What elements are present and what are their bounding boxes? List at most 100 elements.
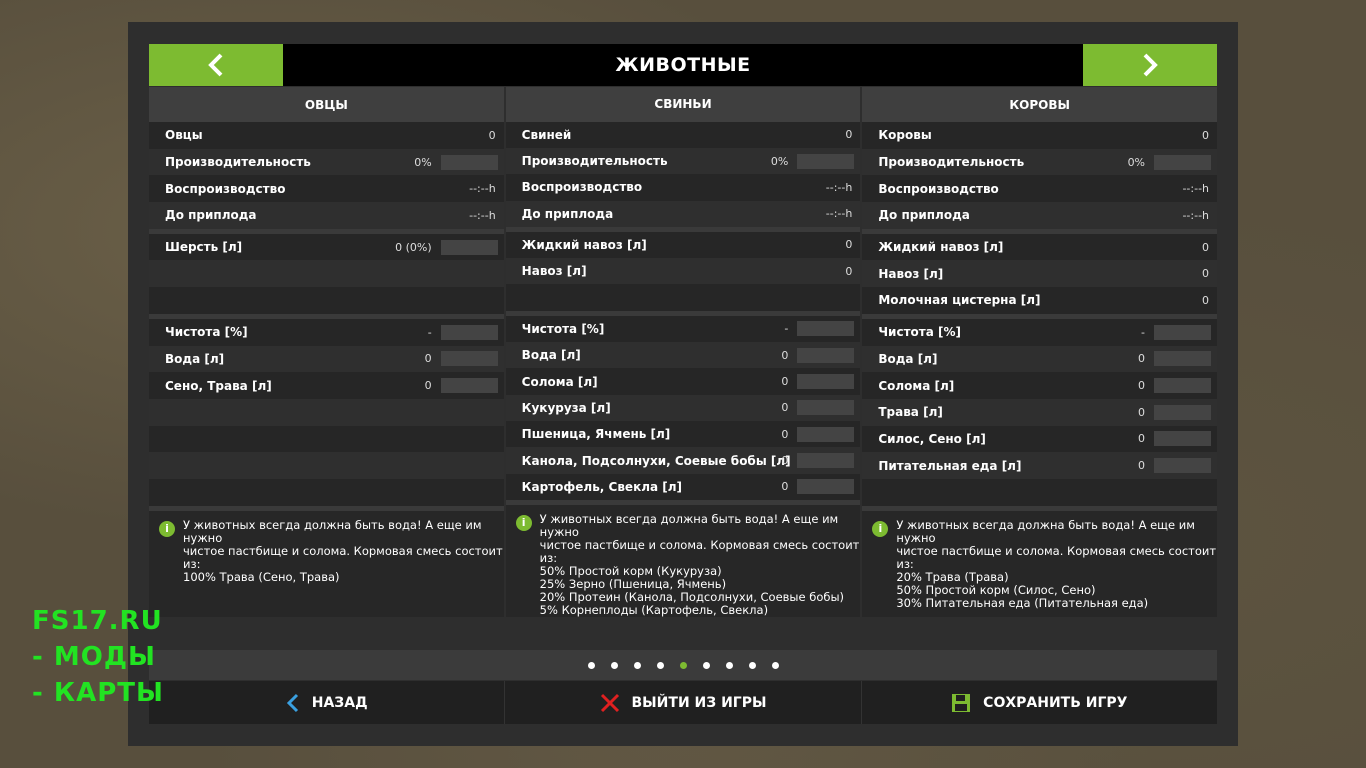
- quit-game-button[interactable]: ВЫЙТИ ИЗ ИГРЫ: [505, 681, 862, 724]
- page-dot[interactable]: [633, 661, 641, 669]
- stat-label: Чистота [%]: [521, 321, 605, 336]
- stat-value: -: [427, 325, 432, 339]
- stat-value: 0%: [1127, 155, 1146, 169]
- page-dot[interactable]: [656, 661, 664, 669]
- stat-row: Навоз [л] 0: [505, 258, 861, 285]
- level-bar: [797, 321, 855, 337]
- stat-row: Жидкий навоз [л] 0: [505, 231, 861, 259]
- stat-value: 0: [1202, 293, 1210, 307]
- stat-label: Производительность: [878, 155, 1025, 170]
- stat-row: Воспроизводство --:--h: [505, 174, 861, 201]
- animal-column: КОРОВЫ Коровы 0 Производительность 0% Воспрои…: [862, 87, 1218, 617]
- page-dot[interactable]: [748, 661, 756, 669]
- stat-label: Вода [л]: [521, 348, 581, 363]
- info-icon: i: [515, 514, 532, 531]
- stat-row: До приплода --:--h: [505, 200, 861, 227]
- stat-value: 0: [781, 480, 789, 494]
- level-bar: [440, 154, 498, 170]
- stat-value: 0: [1138, 432, 1146, 446]
- column-title: ОВЦЫ: [149, 87, 504, 122]
- stat-label: Канола, Подсолнухи, Соевые бобы [л]: [521, 453, 791, 468]
- stat-value: --:--h: [825, 207, 853, 221]
- animal-column: СВИНЬИ Свиней 0 Производительность 0% Воспрои…: [505, 87, 861, 617]
- stat-value: 0: [1202, 128, 1210, 142]
- stat-row: Сено, Трава [л] 0: [149, 372, 504, 399]
- stat-row: Чистота [%] -: [862, 318, 1218, 346]
- level-bar: [1154, 431, 1212, 447]
- level-bar: [1154, 404, 1212, 420]
- stat-row: Вода [л] 0: [862, 345, 1218, 373]
- stat-row: [149, 478, 504, 506]
- info-text: У животных всегда должна быть вода! А ещ…: [183, 517, 503, 584]
- stat-label: Вода [л]: [165, 351, 225, 366]
- stat-value: 0: [1138, 459, 1146, 473]
- stat-value: --:--h: [1182, 182, 1210, 196]
- save-game-button[interactable]: СОХРАНИТЬ ИГРУ: [862, 681, 1217, 724]
- stat-label: До приплода: [521, 206, 614, 221]
- info-panel: i У животных всегда должна быть вода! А е…: [862, 510, 1218, 617]
- back-label: НАЗАД: [311, 694, 368, 711]
- page-dot[interactable]: [610, 661, 618, 669]
- info-text: У животных всегда должна быть вода! А ещ…: [896, 517, 1217, 610]
- stat-value: 0: [1138, 379, 1146, 393]
- stat-row: Пшеница, Ячмень [л] 0: [505, 421, 861, 448]
- prev-page-button[interactable]: [149, 44, 283, 86]
- stat-value: 0: [424, 352, 432, 366]
- page-dot[interactable]: [702, 661, 710, 669]
- stat-label: Воспроизводство: [521, 180, 643, 195]
- level-bar: [440, 324, 498, 340]
- level-bar: [1154, 458, 1212, 474]
- stat-row: [149, 260, 504, 288]
- page-dot[interactable]: [725, 661, 733, 669]
- animal-columns: ОВЦЫ Овцы 0 Производительность 0% Воспроизвод…: [149, 87, 1218, 617]
- stat-row: [149, 452, 504, 479]
- level-bar: [440, 378, 498, 394]
- page-dot[interactable]: [771, 661, 779, 669]
- stat-value: 0: [845, 238, 853, 252]
- stat-label: Солома [л]: [521, 374, 598, 389]
- level-bar: [797, 479, 855, 495]
- stat-label: Жидкий навоз [л]: [521, 237, 647, 252]
- stat-value: --:--h: [469, 208, 496, 222]
- stat-row: Вода [л] 0: [505, 342, 861, 369]
- stat-row: [149, 398, 504, 426]
- stat-value: 0: [781, 348, 789, 362]
- watermark-line: FS17.RU: [32, 606, 163, 636]
- stat-label: Картофель, Свекла [л]: [521, 479, 683, 494]
- stat-label: До приплода: [165, 208, 257, 223]
- level-bar: [1154, 324, 1212, 340]
- page-dot[interactable]: [679, 661, 687, 669]
- level-bar: [1154, 154, 1212, 170]
- level-bar: [797, 453, 855, 468]
- stat-value: -: [1141, 325, 1146, 339]
- back-button[interactable]: НАЗАД: [149, 681, 506, 724]
- stat-row: Воспроизводство --:--h: [862, 175, 1218, 203]
- stat-row: Коровы 0: [862, 122, 1218, 149]
- stat-value: --:--h: [825, 180, 853, 194]
- column-title: КОРОВЫ: [862, 87, 1218, 122]
- stat-row: До приплода --:--h: [149, 202, 504, 229]
- stat-row: Производительность 0%: [505, 147, 861, 175]
- stat-row: Производительность 0%: [149, 148, 504, 176]
- stat-value: 0: [1138, 405, 1146, 419]
- next-page-button[interactable]: [1083, 44, 1217, 86]
- page-header: ЖИВОТНЫЕ: [149, 44, 1217, 86]
- stat-value: 0: [1202, 267, 1210, 281]
- stat-label: До приплода: [878, 208, 970, 223]
- info-icon: i: [159, 520, 175, 537]
- stat-row: [505, 284, 861, 311]
- page-dot[interactable]: [587, 661, 595, 669]
- stat-row: Канола, Подсолнухи, Соевые бобы [л] 0: [505, 447, 861, 474]
- stat-value: 0: [845, 264, 853, 278]
- chevron-left-icon: [286, 693, 298, 712]
- stat-row: Солома [л] 0: [505, 368, 861, 395]
- stat-label: Коровы: [878, 128, 932, 143]
- stat-value: 0: [781, 401, 789, 415]
- stat-value: 0%: [414, 155, 432, 169]
- animal-column: ОВЦЫ Овцы 0 Производительность 0% Воспроизвод…: [149, 87, 504, 617]
- info-text: У животных всегда должна быть вода! А ещ…: [539, 511, 860, 617]
- stat-row: Молочная цистерна [л] 0: [862, 287, 1218, 314]
- level-bar: [440, 351, 498, 367]
- level-bar: [797, 153, 855, 169]
- save-label: СОХРАНИТЬ ИГРУ: [983, 694, 1128, 711]
